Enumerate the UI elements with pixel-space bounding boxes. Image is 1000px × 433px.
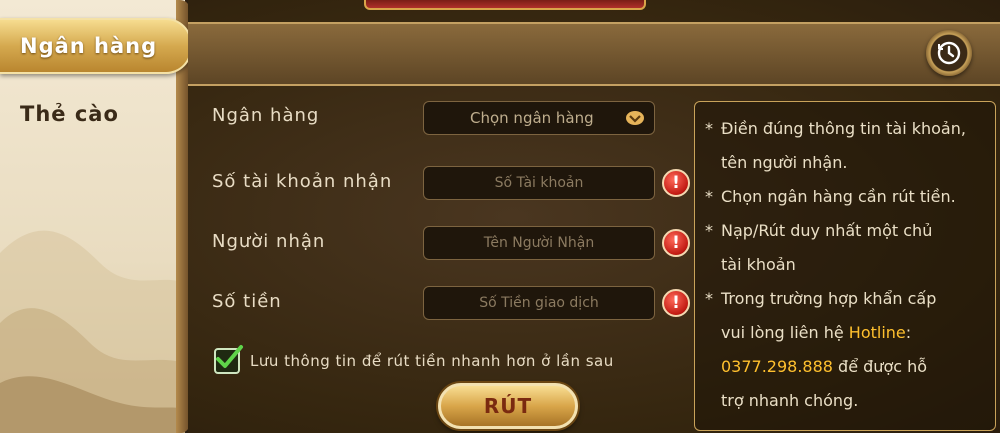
- tab-bank-label: Ngân hàng: [20, 34, 158, 58]
- top-ornament: [364, 0, 646, 10]
- note-text: tên người nhận.: [721, 153, 848, 172]
- history-button[interactable]: [926, 30, 972, 76]
- history-clock-icon: [937, 41, 961, 65]
- warning-glyph: !: [672, 293, 680, 313]
- note-text: Chọn ngân hàng cần rút tiền.: [721, 187, 956, 206]
- account-number-input[interactable]: Số Tài khoản: [423, 166, 655, 200]
- bullet: *: [705, 187, 713, 206]
- bank-label: Ngân hàng: [212, 105, 320, 126]
- warning-glyph: !: [672, 173, 680, 193]
- recipient-placeholder: Tên Người Nhận: [483, 235, 595, 251]
- checkmark-icon: [216, 345, 243, 368]
- save-info-checkbox[interactable]: [214, 345, 243, 374]
- withdraw-button-label: RÚT: [483, 394, 533, 418]
- amount-input[interactable]: Số Tiền giao dịch: [423, 286, 655, 320]
- recipient-input[interactable]: Tên Người Nhận: [423, 226, 655, 260]
- tab-card[interactable]: Thẻ cào: [0, 86, 192, 142]
- note-text: trợ nhanh chóng.: [721, 391, 859, 410]
- withdraw-button[interactable]: RÚT: [438, 383, 578, 429]
- tab-bank[interactable]: Ngân hàng: [0, 18, 192, 74]
- amount-placeholder: Số Tiền giao dịch: [479, 295, 599, 311]
- note-text: Nạp/Rút duy nhất một chủ: [721, 221, 933, 240]
- instructions-box: * Điền đúng thông tin tài khoản, tên ngư…: [694, 101, 996, 431]
- note-item: * Nạp/Rút duy nhất một chủ tài khoản: [705, 214, 987, 282]
- note-text: Trong trường hợp khẩn cấp: [721, 289, 937, 308]
- note-item: * Chọn ngân hàng cần rút tiền.: [705, 180, 987, 214]
- recipient-label: Người nhận: [212, 231, 326, 252]
- note-text: để được hỗ: [832, 357, 928, 376]
- bank-select[interactable]: Chọn ngân hàng: [423, 101, 655, 135]
- bullet: *: [705, 119, 713, 138]
- tab-card-label: Thẻ cào: [20, 102, 119, 126]
- account-number-placeholder: Số Tài khoản: [494, 175, 584, 191]
- panel-header: [188, 22, 1000, 86]
- chevron-down-icon: [626, 111, 644, 125]
- bullet: *: [705, 289, 713, 308]
- note-text: :: [905, 323, 912, 342]
- note-item: * Điền đúng thông tin tài khoản, tên ngư…: [705, 112, 987, 180]
- account-label: Số tài khoản nhận: [212, 171, 393, 192]
- note-text: Điền đúng thông tin tài khoản,: [721, 119, 966, 138]
- warning-icon: !: [662, 169, 690, 197]
- warning-icon: !: [662, 289, 690, 317]
- hotline-number[interactable]: 0377.298.888: [721, 357, 833, 376]
- bullet: *: [705, 221, 713, 240]
- landscape-decoration: [0, 230, 185, 433]
- withdraw-panel: Ngân hàng Chọn ngân hàng Số tài khoản nh…: [188, 0, 1000, 433]
- note-text: tài khoản: [721, 255, 796, 274]
- save-info-label: Lưu thông tin để rút tiền nhanh hơn ở lầ…: [250, 352, 614, 370]
- note-text: vui lòng liên hệ: [721, 323, 849, 342]
- amount-label: Số tiền: [212, 291, 282, 312]
- hotline-label: Hotline: [848, 323, 906, 342]
- note-item: * Trong trường hợp khẩn cấp vui lòng liê…: [705, 282, 987, 418]
- warning-icon: !: [662, 229, 690, 257]
- bank-select-value: Chọn ngân hàng: [470, 109, 594, 127]
- warning-glyph: !: [672, 233, 680, 253]
